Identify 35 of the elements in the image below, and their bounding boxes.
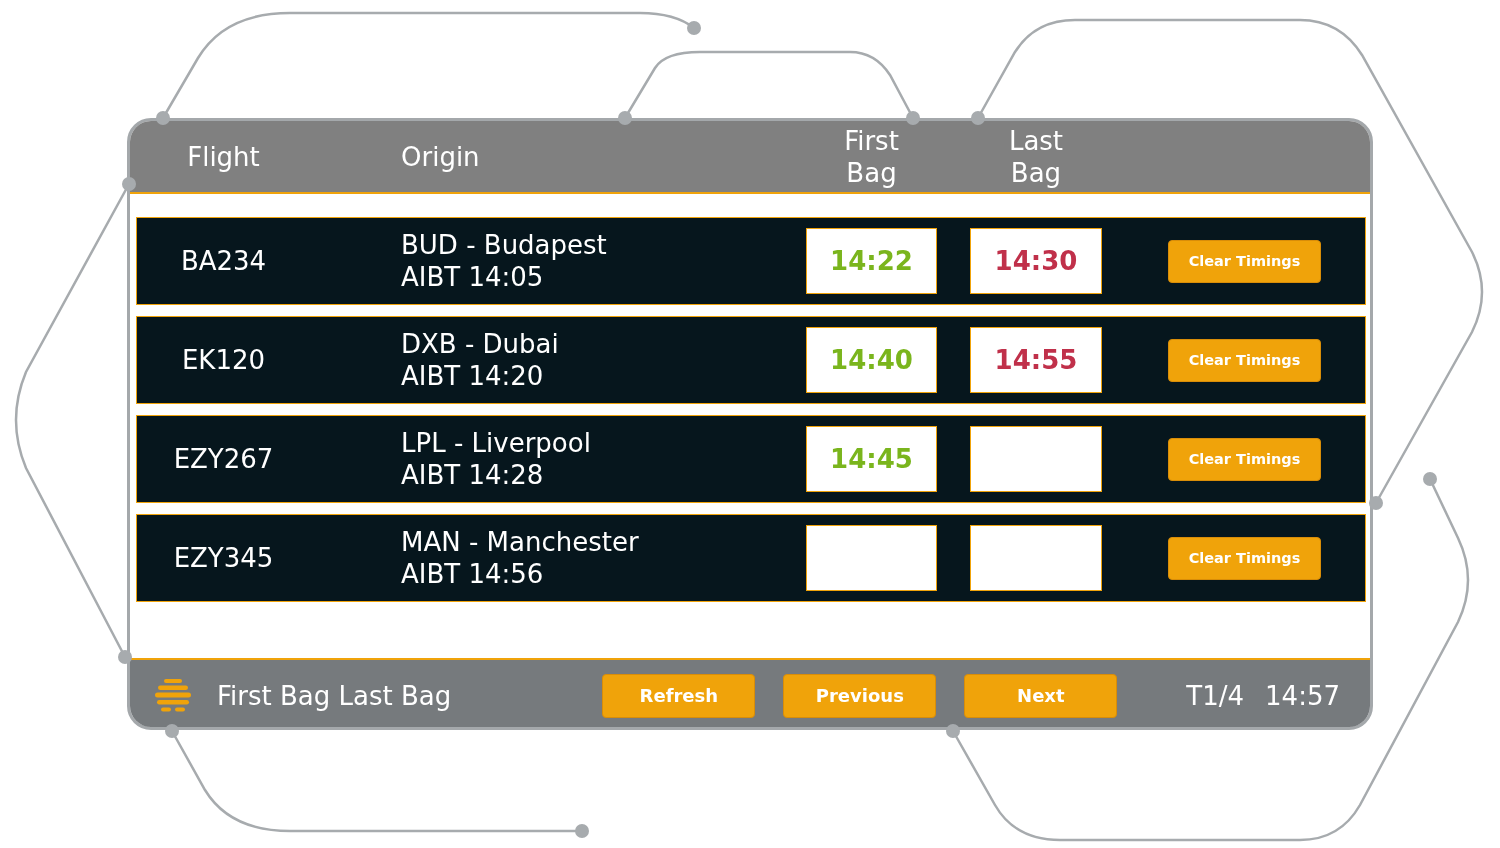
previous-button[interactable]: Previous <box>783 673 937 718</box>
clear-timings-button[interactable]: Clear Timings <box>1168 239 1321 283</box>
origin-airport: DXB - Dubai <box>401 328 559 360</box>
origin-column-header: Origin <box>401 140 480 173</box>
origin-airport: MAN - Manchester <box>401 526 639 558</box>
clear-timings-button[interactable]: Clear Timings <box>1168 536 1321 580</box>
arrival-time: AIBT 14:56 <box>401 558 544 590</box>
last-bag-time-field[interactable] <box>970 525 1102 591</box>
first-bag-time-field[interactable]: 14:40 <box>806 327 937 393</box>
first-bag-time-field[interactable]: 14:45 <box>806 426 937 492</box>
arrival-time: AIBT 14:05 <box>401 261 544 293</box>
clock-time: 14:57 <box>1265 680 1340 711</box>
last-bag-column-header: Last Bag <box>1008 124 1064 189</box>
last-bag-time-field[interactable]: 14:55 <box>970 327 1102 393</box>
flight-number: EZY267 <box>173 444 274 474</box>
first-bag-time-field[interactable]: 14:22 <box>806 228 937 294</box>
app-title: First Bag Last Bag <box>217 680 452 711</box>
terminal-label: T1/4 <box>1186 680 1245 711</box>
flight-number: BA234 <box>180 246 267 276</box>
flight-number: EZY345 <box>173 543 274 573</box>
last-bag-time-field[interactable]: 14:30 <box>970 228 1102 294</box>
refresh-button[interactable]: Refresh <box>602 673 756 718</box>
clear-timings-button[interactable]: Clear Timings <box>1168 437 1321 481</box>
arrival-time: AIBT 14:20 <box>401 360 544 392</box>
origin-airport: LPL - Liverpool <box>401 427 591 459</box>
flight-number: EK120 <box>181 345 266 375</box>
clear-timings-button[interactable]: Clear Timings <box>1168 338 1321 382</box>
origin-airport: BUD - Budapest <box>401 229 607 261</box>
next-button[interactable]: Next <box>964 673 1118 718</box>
first-bag-column-header: First Bag <box>844 124 899 189</box>
first-bag-time-field[interactable] <box>806 525 937 591</box>
flight-column-header: Flight <box>187 140 260 173</box>
last-bag-time-field[interactable] <box>970 426 1102 492</box>
striped-globe-logo-icon <box>155 678 191 713</box>
arrival-time: AIBT 14:28 <box>401 459 544 491</box>
